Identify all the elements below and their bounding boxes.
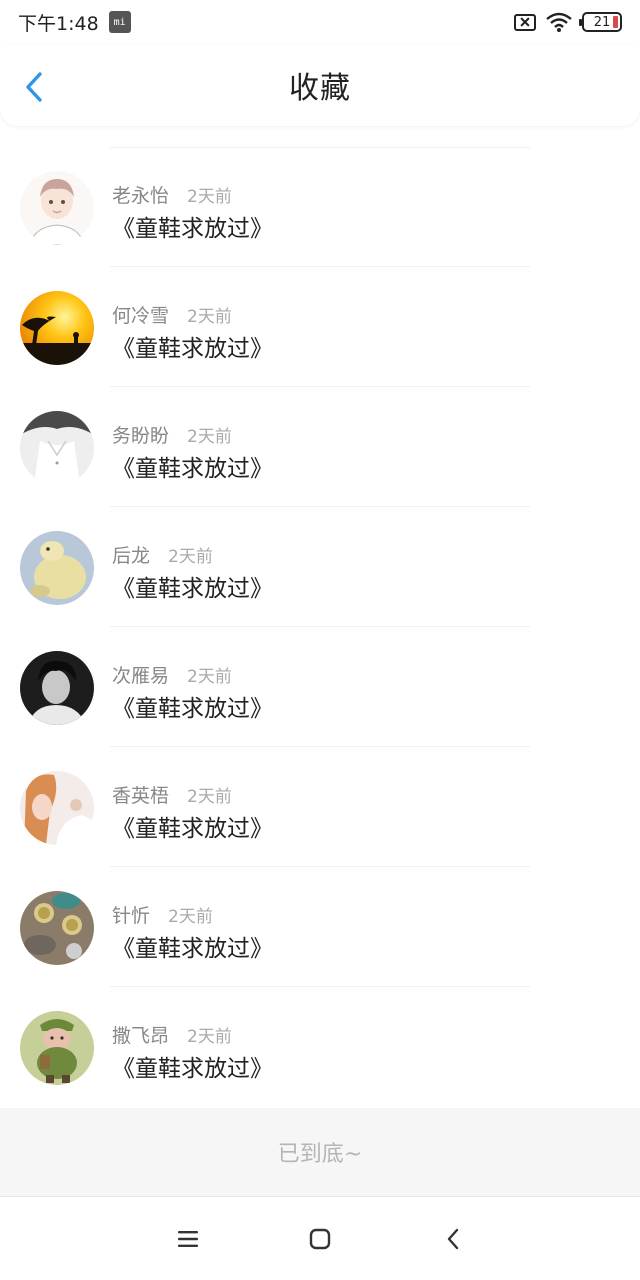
list-item[interactable]: 何冷雪 2天前 《童鞋求放过》 bbox=[0, 267, 640, 387]
user-name[interactable]: 撒飞昂 bbox=[112, 1021, 169, 1048]
item-time: 2天前 bbox=[187, 787, 232, 807]
battery-icon: 21 bbox=[579, 12, 622, 32]
back-arrow-icon[interactable] bbox=[22, 72, 48, 102]
item-title[interactable]: 《童鞋求放过》 bbox=[112, 329, 273, 363]
item-title[interactable]: 《童鞋求放过》 bbox=[112, 449, 273, 483]
user-name[interactable]: 次雁易 bbox=[112, 661, 169, 688]
item-title[interactable]: 《童鞋求放过》 bbox=[112, 689, 273, 723]
item-meta: 次雁易 2天前 bbox=[112, 661, 232, 688]
item-meta: 香英梧 2天前 bbox=[112, 781, 232, 808]
page-title: 收藏 bbox=[289, 71, 351, 106]
list-item[interactable]: 老永怡 2天前 《童鞋求放过》 bbox=[0, 147, 640, 267]
user-name[interactable]: 老永怡 bbox=[112, 181, 169, 208]
item-time: 2天前 bbox=[168, 907, 213, 927]
item-title[interactable]: 《童鞋求放过》 bbox=[112, 929, 273, 963]
avatar-girl[interactable] bbox=[20, 771, 94, 845]
status-left: 下午1:48 mi bbox=[18, 9, 131, 36]
avatar-cartoon-pig[interactable] bbox=[20, 1011, 94, 1085]
back-icon[interactable] bbox=[442, 1227, 466, 1251]
item-time: 2天前 bbox=[187, 187, 232, 207]
list-item[interactable]: 香英梧 2天前 《童鞋求放过》 bbox=[0, 747, 640, 867]
list-item[interactable]: 次雁易 2天前 《童鞋求放过》 bbox=[0, 627, 640, 747]
user-name[interactable]: 针忻 bbox=[112, 901, 150, 928]
battery-level: 21 bbox=[593, 14, 611, 30]
item-title[interactable]: 《童鞋求放过》 bbox=[112, 209, 273, 243]
avatar-animal[interactable] bbox=[20, 531, 94, 605]
item-title[interactable]: 《童鞋求放过》 bbox=[112, 809, 273, 843]
status-right: 21 bbox=[514, 12, 622, 32]
menu-icon[interactable] bbox=[176, 1227, 200, 1251]
list-item[interactable]: 撒飞昂 2天前 《童鞋求放过》 bbox=[0, 987, 640, 1107]
end-text: 已到底~ bbox=[277, 1142, 363, 1167]
avatar-sunset-tree[interactable] bbox=[20, 291, 94, 365]
wifi-icon bbox=[546, 12, 572, 32]
favorites-list: 老永怡 2天前 《童鞋求放过》 何冷雪 2天前 《童鞋求放过》 务盼盼 2天前 … bbox=[0, 147, 640, 1107]
item-time: 2天前 bbox=[187, 307, 232, 327]
user-name[interactable]: 何冷雪 bbox=[112, 301, 169, 328]
list-item[interactable]: 针忻 2天前 《童鞋求放过》 bbox=[0, 867, 640, 987]
item-title[interactable]: 《童鞋求放过》 bbox=[112, 1049, 273, 1083]
item-time: 2天前 bbox=[187, 667, 232, 687]
no-sim-icon bbox=[514, 13, 536, 31]
user-name[interactable]: 香英梧 bbox=[112, 781, 169, 808]
status-bar: 下午1:48 mi 21 bbox=[0, 0, 640, 44]
user-name[interactable]: 务盼盼 bbox=[112, 421, 169, 448]
item-meta: 针忻 2天前 bbox=[112, 901, 213, 928]
avatar-bw-man[interactable] bbox=[20, 651, 94, 725]
user-name[interactable]: 后龙 bbox=[112, 541, 150, 568]
avatar-white-shirt[interactable] bbox=[20, 411, 94, 485]
item-time: 2天前 bbox=[187, 427, 232, 447]
item-meta: 何冷雪 2天前 bbox=[112, 301, 232, 328]
header: 收藏 bbox=[0, 44, 640, 126]
system-nav-bar bbox=[0, 1196, 640, 1280]
item-title[interactable]: 《童鞋求放过》 bbox=[112, 569, 273, 603]
list-item[interactable]: 务盼盼 2天前 《童鞋求放过》 bbox=[0, 387, 640, 507]
item-time: 2天前 bbox=[187, 1027, 232, 1047]
item-time: 2天前 bbox=[168, 547, 213, 567]
item-meta: 老永怡 2天前 bbox=[112, 181, 232, 208]
home-icon[interactable] bbox=[308, 1227, 332, 1251]
item-meta: 后龙 2天前 bbox=[112, 541, 213, 568]
item-meta: 务盼盼 2天前 bbox=[112, 421, 232, 448]
avatar-cartoon-boy[interactable] bbox=[20, 171, 94, 245]
list-item[interactable]: 后龙 2天前 《童鞋求放过》 bbox=[0, 507, 640, 627]
status-time: 下午1:48 bbox=[18, 12, 99, 35]
end-of-list: 已到底~ bbox=[0, 1108, 640, 1196]
item-meta: 撒飞昂 2天前 bbox=[112, 1021, 232, 1048]
battery-fill bbox=[613, 16, 618, 28]
avatar-tea[interactable] bbox=[20, 891, 94, 965]
mi-app-icon: mi bbox=[108, 11, 131, 33]
